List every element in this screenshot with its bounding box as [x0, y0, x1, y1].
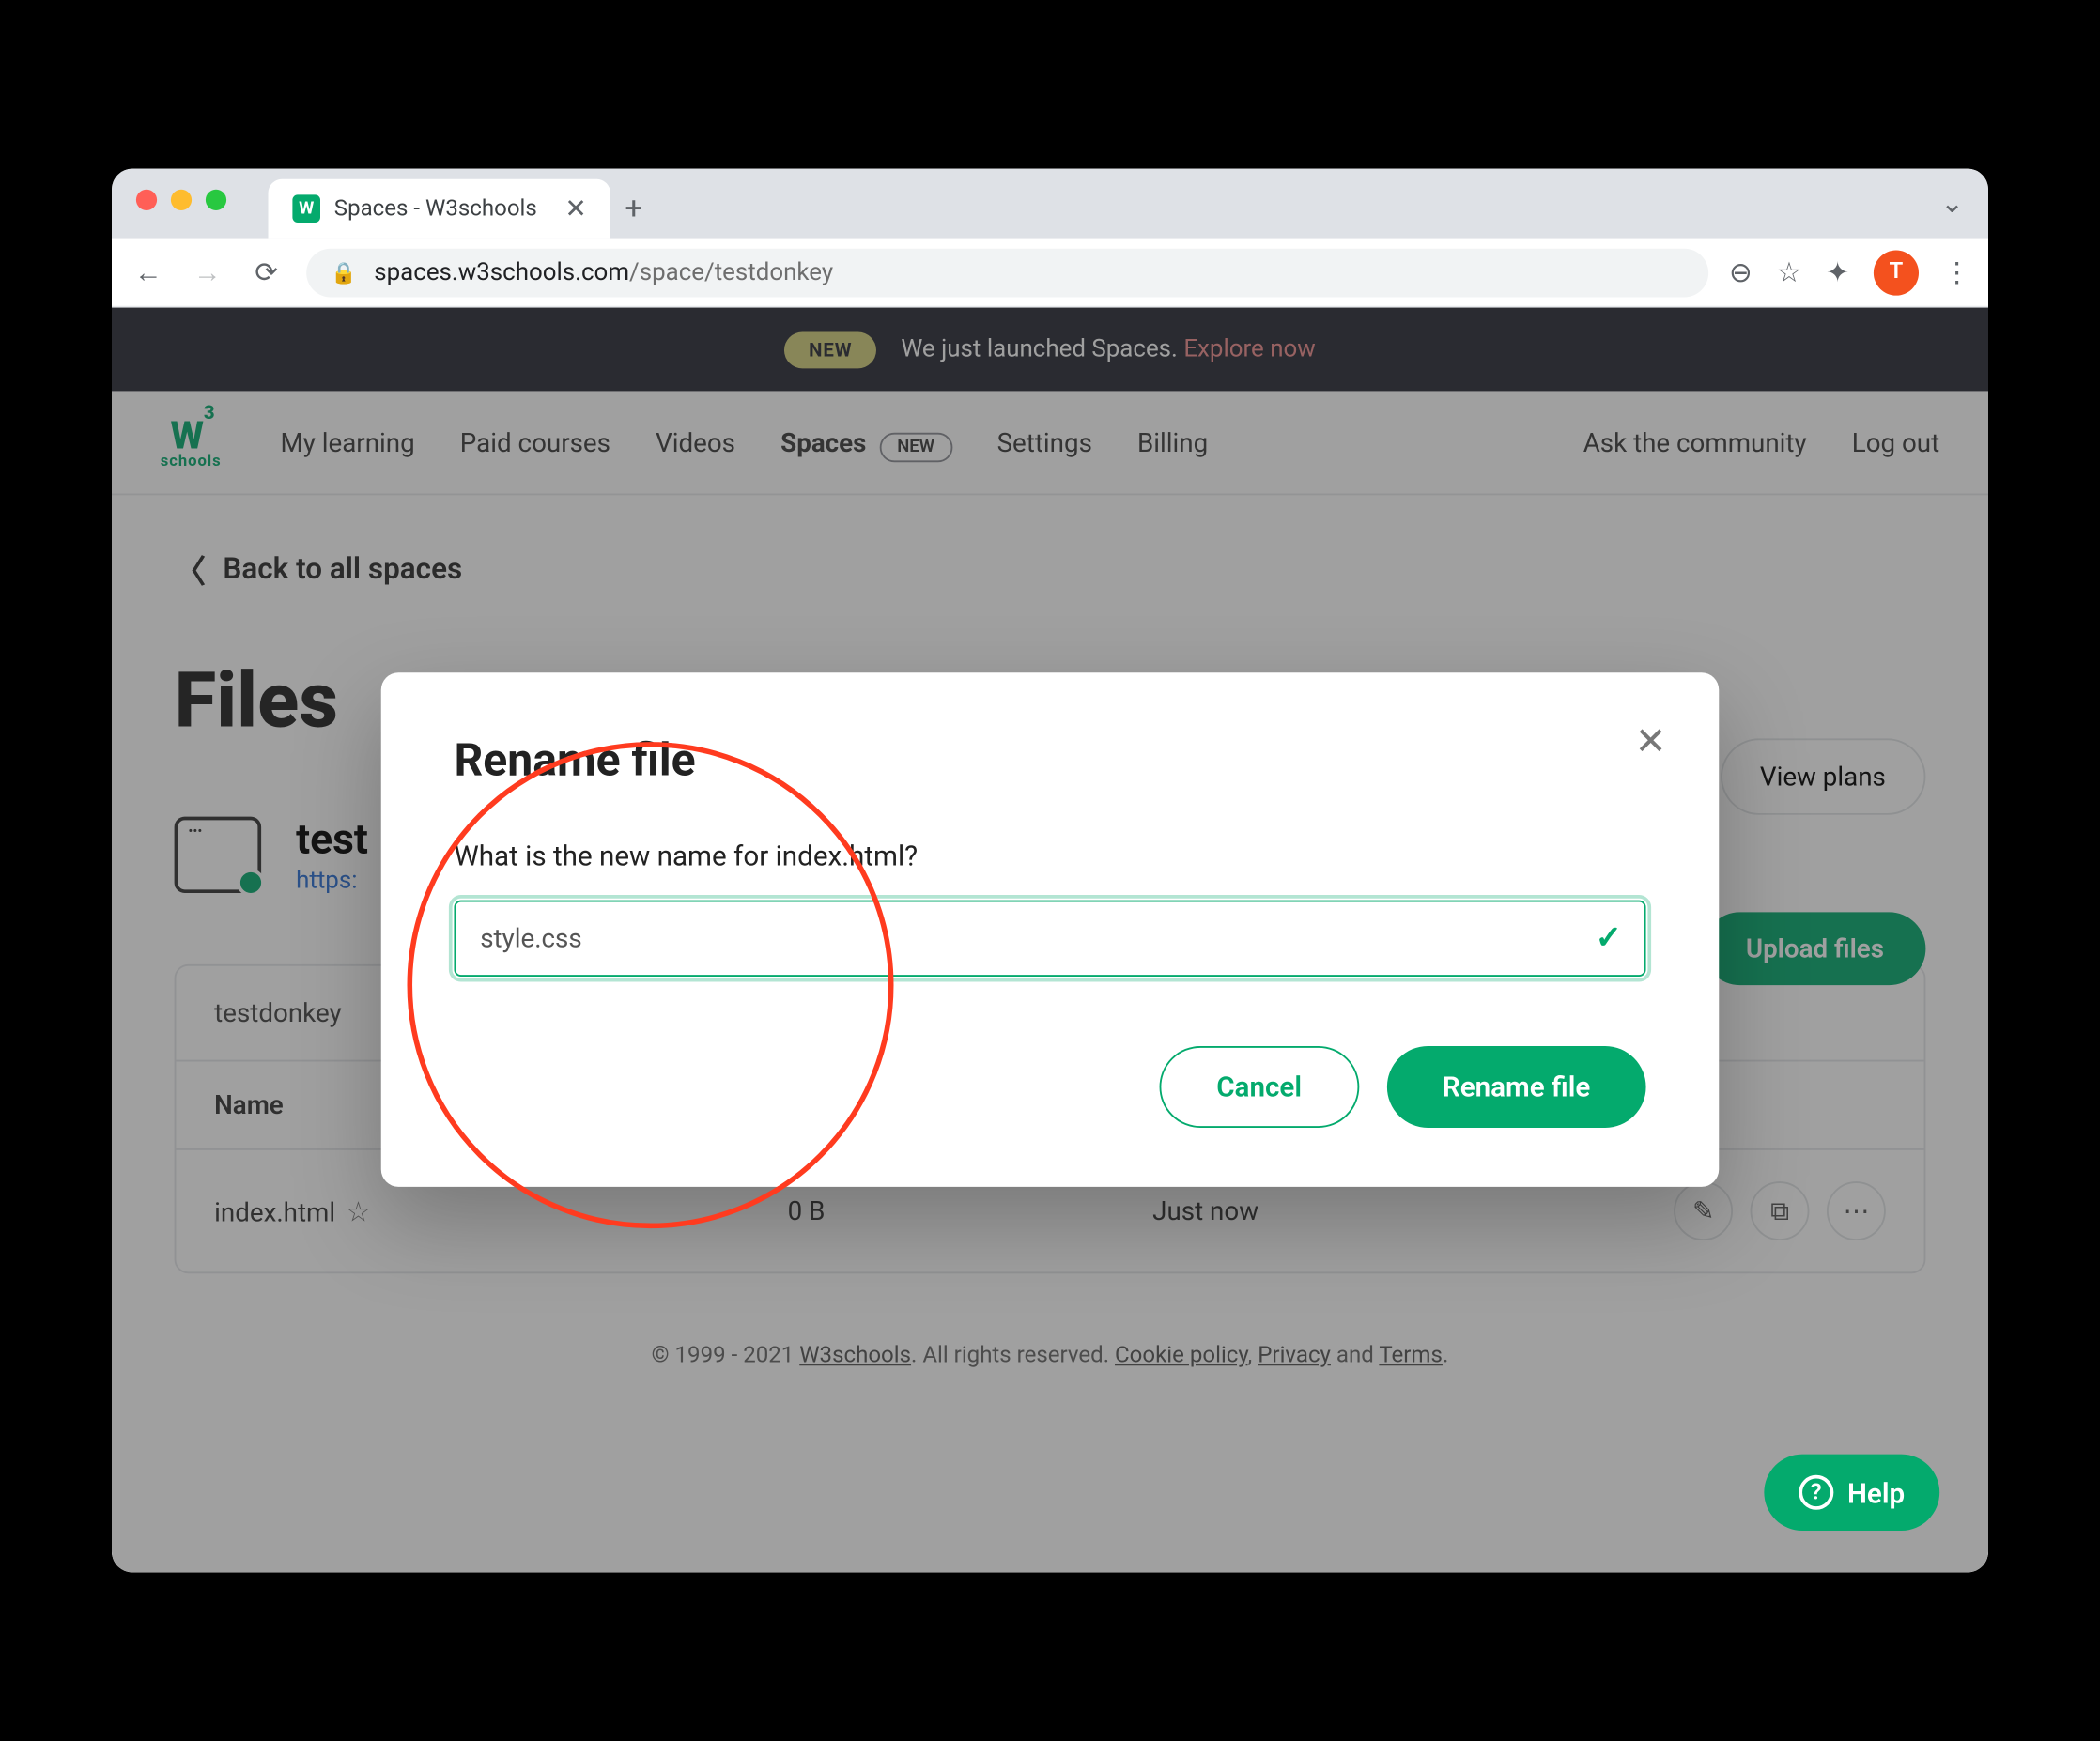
tab-title: Spaces - W3schools	[334, 195, 537, 222]
page-content: NEW We just launched Spaces. Explore now…	[112, 308, 1988, 1573]
nav-reload-icon[interactable]: ⟳	[247, 255, 286, 288]
window-controls	[136, 190, 226, 210]
star-icon[interactable]: ☆	[1777, 255, 1802, 288]
url-domain: spaces.w3schools.com	[374, 258, 629, 286]
browser-tab[interactable]: W Spaces - W3schools ✕	[269, 179, 611, 239]
url-path: /space/testdonkey	[629, 258, 833, 286]
favicon-icon: W	[292, 194, 320, 223]
kebab-menu-icon[interactable]: ⋮	[1943, 255, 1971, 288]
close-window-icon[interactable]	[136, 190, 157, 210]
tab-close-icon[interactable]: ✕	[564, 193, 586, 223]
maximize-window-icon[interactable]	[206, 190, 226, 210]
extensions-icon[interactable]: ✦	[1826, 255, 1849, 288]
nav-back-icon[interactable]: ←	[130, 254, 168, 289]
address-bar: ← → ⟳ 🔒 spaces.w3schools.com/space/testd…	[112, 239, 1988, 308]
titlebar: W Spaces - W3schools ✕ + ⌄	[112, 169, 1988, 239]
modal-close-button[interactable]: ✕	[1635, 721, 1667, 764]
zoom-icon[interactable]: ⊖	[1729, 255, 1753, 288]
cancel-button[interactable]: Cancel	[1159, 1046, 1359, 1128]
lock-icon: 🔒	[331, 260, 357, 285]
tabs-chevron-icon[interactable]: ⌄	[1940, 186, 1964, 219]
help-icon: ?	[1799, 1475, 1833, 1510]
help-label: Help	[1847, 1476, 1905, 1509]
profile-avatar[interactable]: T	[1874, 250, 1919, 295]
new-tab-button[interactable]: +	[625, 192, 642, 228]
rename-modal: Rename file ✕ What is the new name for i…	[381, 672, 1720, 1187]
valid-check-icon: ✓	[1596, 920, 1622, 957]
browser-window: W Spaces - W3schools ✕ + ⌄ ← → ⟳ 🔒 space…	[112, 169, 1988, 1573]
url-input[interactable]: 🔒 spaces.w3schools.com/space/testdonkey	[306, 248, 1708, 297]
rename-input[interactable]	[454, 901, 1645, 977]
help-button[interactable]: ? Help	[1764, 1455, 1939, 1531]
rename-confirm-button[interactable]: Rename file	[1387, 1046, 1646, 1128]
modal-title: Rename file	[454, 735, 1645, 788]
nav-forward-icon[interactable]: →	[188, 254, 226, 289]
minimize-window-icon[interactable]	[171, 190, 192, 210]
modal-prompt: What is the new name for index.html?	[454, 840, 1645, 872]
